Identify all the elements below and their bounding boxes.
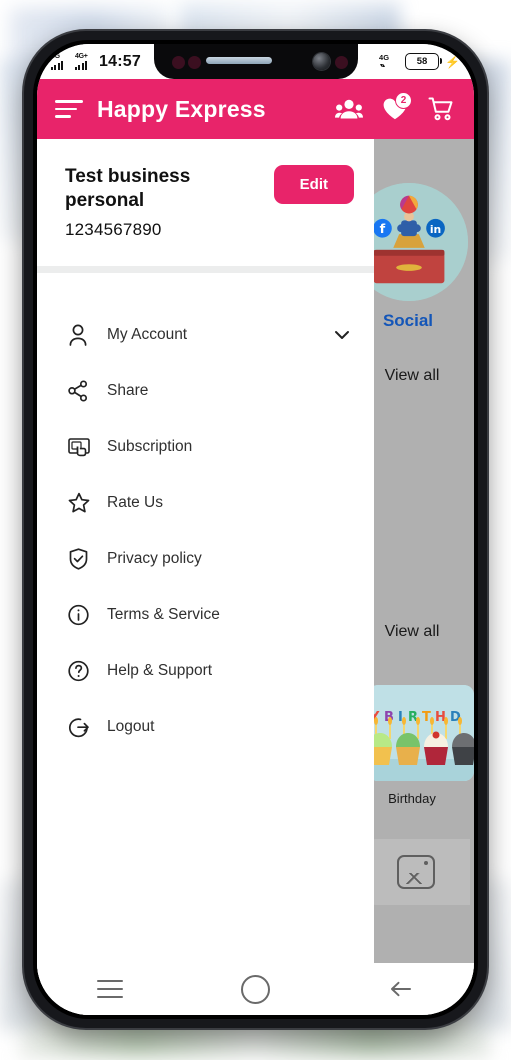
menu-label: Subscription [107,437,193,455]
front-camera [312,53,330,70]
network-type-label-2: 4G+ [75,53,88,60]
menu-item-terms-service[interactable]: Terms & Service [37,587,374,643]
logout-icon [67,715,101,739]
menu-item-logout[interactable]: Logout [37,699,374,755]
back-arrow-icon[interactable] [373,972,429,1006]
profile-section: Test business personal 1234567890 Edit [37,139,374,258]
birthday-card-image[interactable]: Y B I R T H D [368,685,474,781]
navigation-drawer: Test business personal 1234567890 Edit M… [37,139,374,1015]
earpiece-speaker [205,57,272,64]
data-network-icon: 4G ▾▴ [379,53,399,70]
signal-bars [75,61,87,70]
menu-label: My Account [107,325,188,343]
battery-icon: 58 [405,53,443,70]
shield-check-icon [67,547,101,571]
status-bar-right: 4G ▾▴ 58 ⚡ [379,53,460,70]
drawer-menu: My Account Share Subscription Rate Us Pr… [37,273,374,755]
signal-bars [51,61,63,70]
android-navigation-bar [37,963,474,1015]
sensor-dot [334,56,348,69]
menu-item-privacy-policy[interactable]: Privacy policy [37,531,374,587]
menu-item-my-account[interactable]: My Account [37,307,374,363]
chevron-down-icon[interactable] [332,325,352,345]
menu-item-rate-us[interactable]: Rate Us [37,475,374,531]
device-notch [153,44,358,79]
shopping-cart-icon[interactable] [426,95,456,123]
svg-text:I: I [398,710,403,725]
menu-item-share[interactable]: Share [37,363,374,419]
people-group-icon[interactable] [334,95,364,123]
question-icon [67,659,101,683]
menu-label: Share [107,381,149,399]
page-title: Happy Express [97,95,266,122]
profile-phone: 1234567890 [65,219,162,239]
sensor-dot [187,56,201,69]
menu-label: Terms & Service [107,605,220,623]
signal-icon-1: 4G [51,53,70,70]
image-placeholder-card[interactable] [362,839,470,905]
data-arrows-icon: ▾▴ [380,63,385,69]
menu-label: Logout [107,717,155,735]
subscription-icon [67,435,101,459]
info-icon [67,603,101,627]
heart-icon[interactable]: 2 [380,92,412,123]
edit-profile-button[interactable]: Edit [273,165,354,204]
section-divider [37,265,374,273]
share-icon [67,379,101,403]
charging-bolt-icon: ⚡ [445,54,460,69]
sensor-dot [171,56,185,69]
profile-name: Test business personal [65,166,191,212]
header-actions: 2 [334,92,456,123]
svg-text:f: f [380,222,386,237]
menu-item-subscription[interactable]: Subscription [37,419,374,475]
user-icon [67,323,101,347]
menu-label: Help & Support [107,661,213,679]
menu-item-help-support[interactable]: Help & Support [37,643,374,699]
phone-frame: 4G 4G+ 14:57 4G ▾▴ 58 ⚡ Happy Express 2 … [24,31,487,1028]
phone-bezel: 4G 4G+ 14:57 4G ▾▴ 58 ⚡ Happy Express 2 … [33,40,478,1019]
battery-level-label: 58 [416,56,428,67]
status-clock: 14:57 [99,52,141,70]
phone-screen: 4G 4G+ 14:57 4G ▾▴ 58 ⚡ Happy Express 2 … [37,44,474,1015]
svg-text:T: T [422,710,431,725]
app-header: Happy Express 2 [37,79,474,139]
heart-badge-count: 2 [395,92,412,109]
image-placeholder-icon [397,855,435,889]
svg-text:in: in [430,223,441,236]
star-icon [67,491,101,515]
network-type-label-1: 4G [51,53,60,60]
app-body: f in Social View all View all Y B I R T … [37,139,474,1015]
profile-text: Test business personal 1234567890 [65,165,240,240]
status-bar-left: 4G 4G+ 14:57 [51,53,141,71]
menu-label: Rate Us [107,493,163,511]
network-type-label-3: 4G [379,53,390,62]
screenshot-stage: 4G 4G+ 14:57 4G ▾▴ 58 ⚡ Happy Express 2 … [0,0,511,1060]
signal-icon-2: 4G+ [75,53,94,70]
recent-apps-icon[interactable] [82,972,138,1006]
home-icon[interactable] [227,972,283,1006]
menu-label: Privacy policy [107,549,202,567]
hamburger-icon[interactable] [55,100,83,118]
